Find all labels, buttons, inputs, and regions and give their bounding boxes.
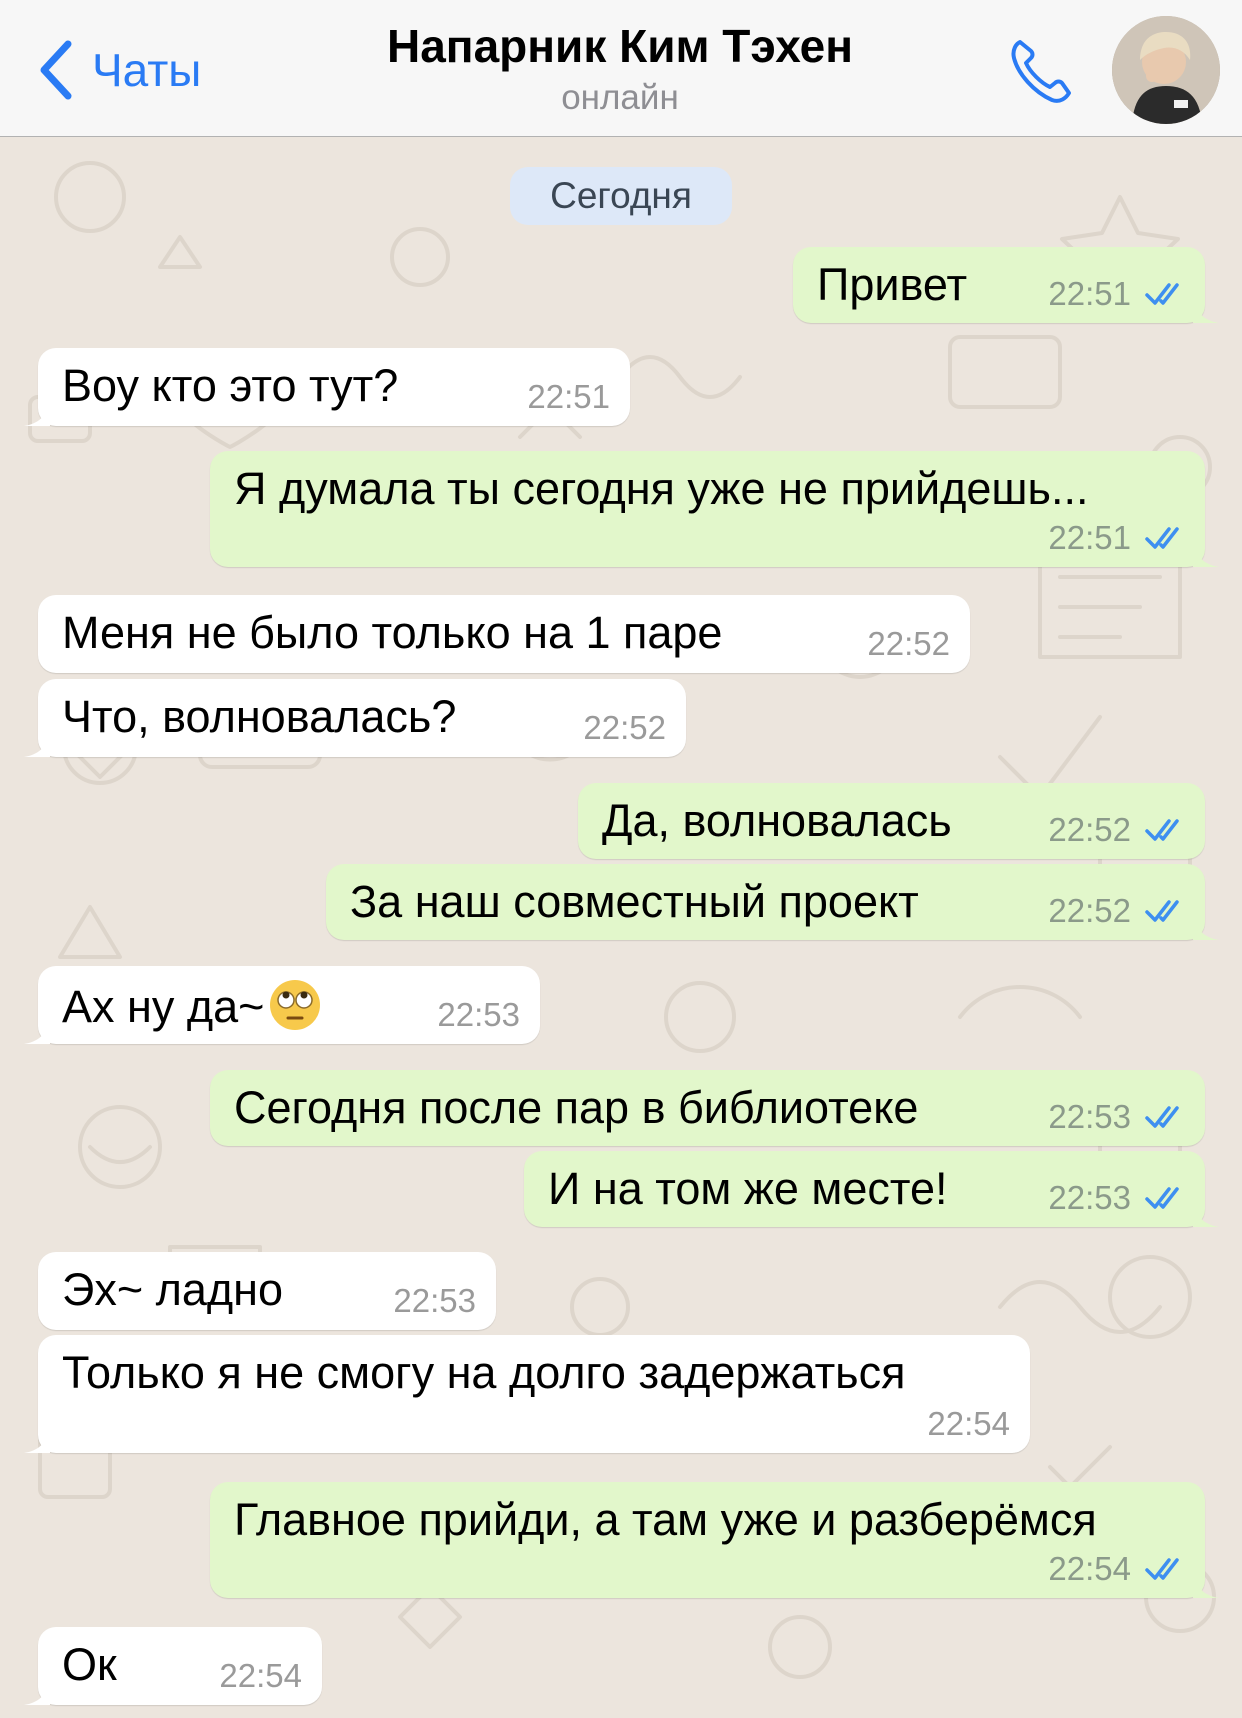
message-text: И на том же месте! xyxy=(548,1163,948,1214)
bubble-tail xyxy=(1193,918,1219,940)
message-meta: 22:51 xyxy=(1048,519,1191,557)
message-text: Меня не было только на 1 паре xyxy=(62,607,723,658)
message-outgoing[interactable]: За наш совместный проект 22:52 xyxy=(326,864,1219,940)
message-text: Эх~ ладно xyxy=(62,1264,284,1315)
message-text: Сегодня после пар в библиотеке xyxy=(234,1082,919,1133)
back-label: Чаты xyxy=(92,44,202,96)
message-meta: 22:52 xyxy=(1048,892,1191,930)
message-time: 22:54 xyxy=(219,1657,302,1694)
message-meta: 22:51 xyxy=(1048,275,1191,313)
message-text: Я думала ты сегодня уже не прийдешь... xyxy=(234,463,1089,514)
double-check-icon xyxy=(1145,1187,1179,1209)
double-check-icon xyxy=(1145,283,1179,305)
bubble-tail xyxy=(1193,301,1219,323)
message-time: 22:53 xyxy=(1048,1179,1131,1216)
message-meta: 22:51 xyxy=(527,378,610,416)
chat-header: Чаты Напарник Ким Тэхен онлайн xyxy=(0,0,1242,137)
bubble-tail xyxy=(24,1683,50,1705)
message-text: Ах ну да~ xyxy=(62,981,265,1032)
message-meta: 22:54 xyxy=(927,1405,1010,1443)
message-meta: 22:52 xyxy=(583,709,666,747)
message-time: 22:51 xyxy=(1048,275,1131,312)
message-meta: 22:54 xyxy=(219,1657,302,1695)
message-time: 22:54 xyxy=(927,1405,1010,1442)
message-meta: 22:53 xyxy=(1048,1098,1191,1136)
bubble-tail xyxy=(24,404,50,426)
chevron-left-icon xyxy=(40,40,72,100)
message-outgoing[interactable]: Да, волновалась 22:52 xyxy=(578,783,1205,859)
bubble-tail xyxy=(1193,1576,1219,1598)
contact-status: онлайн xyxy=(561,78,679,117)
message-meta: 22:53 xyxy=(437,996,520,1034)
message-time: 22:51 xyxy=(1048,519,1131,556)
message-meta: 22:53 xyxy=(393,1282,476,1320)
chat-area[interactable]: Сегодня Привет 22:51 Воу кто это тут? 22… xyxy=(0,137,1242,1718)
message-meta: 22:52 xyxy=(867,625,950,663)
message-time: 22:53 xyxy=(437,996,520,1033)
message-time: 22:53 xyxy=(1048,1098,1131,1135)
message-incoming[interactable]: Ок 22:54 xyxy=(24,1627,322,1705)
message-incoming[interactable]: Эх~ ладно 22:53 xyxy=(38,1252,496,1330)
message-text: Только я не смогу на долго задержаться xyxy=(62,1347,906,1398)
message-time: 22:52 xyxy=(867,625,950,662)
message-text: Да, волновалась xyxy=(602,795,952,846)
message-time: 22:54 xyxy=(1048,1550,1131,1587)
message-time: 22:51 xyxy=(527,378,610,415)
message-meta: 22:53 xyxy=(1048,1179,1191,1217)
message-outgoing[interactable]: И на том же месте! 22:53 xyxy=(524,1151,1219,1227)
message-meta: 22:54 xyxy=(1048,1550,1191,1588)
message-time: 22:52 xyxy=(1048,892,1131,929)
message-incoming[interactable]: Воу кто это тут? 22:51 xyxy=(24,348,630,426)
message-text-wrap: Ах ну да~ xyxy=(62,978,322,1033)
avatar[interactable] xyxy=(1112,16,1220,124)
double-check-icon xyxy=(1145,1558,1179,1580)
double-check-icon xyxy=(1145,900,1179,922)
face-with-rolling-eyes-icon xyxy=(270,980,321,1030)
message-text: За наш совместный проект xyxy=(350,876,919,927)
message-text: Главное прийди, а там уже и разберёмся xyxy=(234,1494,1097,1545)
double-check-icon xyxy=(1145,819,1179,841)
bubble-tail xyxy=(1193,1205,1219,1227)
message-outgoing[interactable]: Я думала ты сегодня уже не прийдешь... 2… xyxy=(210,451,1219,567)
message-outgoing[interactable]: Привет 22:51 xyxy=(793,247,1219,323)
bubble-tail xyxy=(1193,545,1219,567)
message-incoming[interactable]: Ах ну да~ 22:53 xyxy=(24,966,540,1044)
bubble-tail xyxy=(24,1022,50,1044)
message-text: Воу кто это тут? xyxy=(62,360,399,411)
message-time: 22:52 xyxy=(583,709,666,746)
contact-name: Напарник Ким Тэхен xyxy=(387,20,853,72)
message-text: Что, волновалась? xyxy=(62,691,457,742)
message-text: Привет xyxy=(817,259,968,310)
contact-info[interactable]: Напарник Ким Тэхен онлайн xyxy=(250,16,990,120)
message-time: 22:53 xyxy=(393,1282,476,1319)
double-check-icon xyxy=(1145,1106,1179,1128)
message-time: 22:52 xyxy=(1048,811,1131,848)
date-separator: Сегодня xyxy=(510,167,732,225)
message-text: Ок xyxy=(62,1639,117,1690)
bubble-tail xyxy=(24,735,50,757)
double-check-icon xyxy=(1145,527,1179,549)
message-incoming[interactable]: Меня не было только на 1 паре 22:52 xyxy=(38,595,970,673)
phone-icon[interactable] xyxy=(1008,36,1074,106)
bubble-tail xyxy=(24,1431,50,1453)
message-incoming[interactable]: Что, волновалась? 22:52 xyxy=(24,679,686,757)
message-outgoing[interactable]: Главное прийди, а там уже и разберёмся 2… xyxy=(210,1482,1219,1598)
back-button[interactable]: Чаты xyxy=(36,38,201,102)
message-meta: 22:52 xyxy=(1048,811,1191,849)
message-outgoing[interactable]: Сегодня после пар в библиотеке 22:53 xyxy=(210,1070,1205,1146)
message-incoming[interactable]: Только я не смогу на долго задержаться 2… xyxy=(24,1335,1030,1453)
